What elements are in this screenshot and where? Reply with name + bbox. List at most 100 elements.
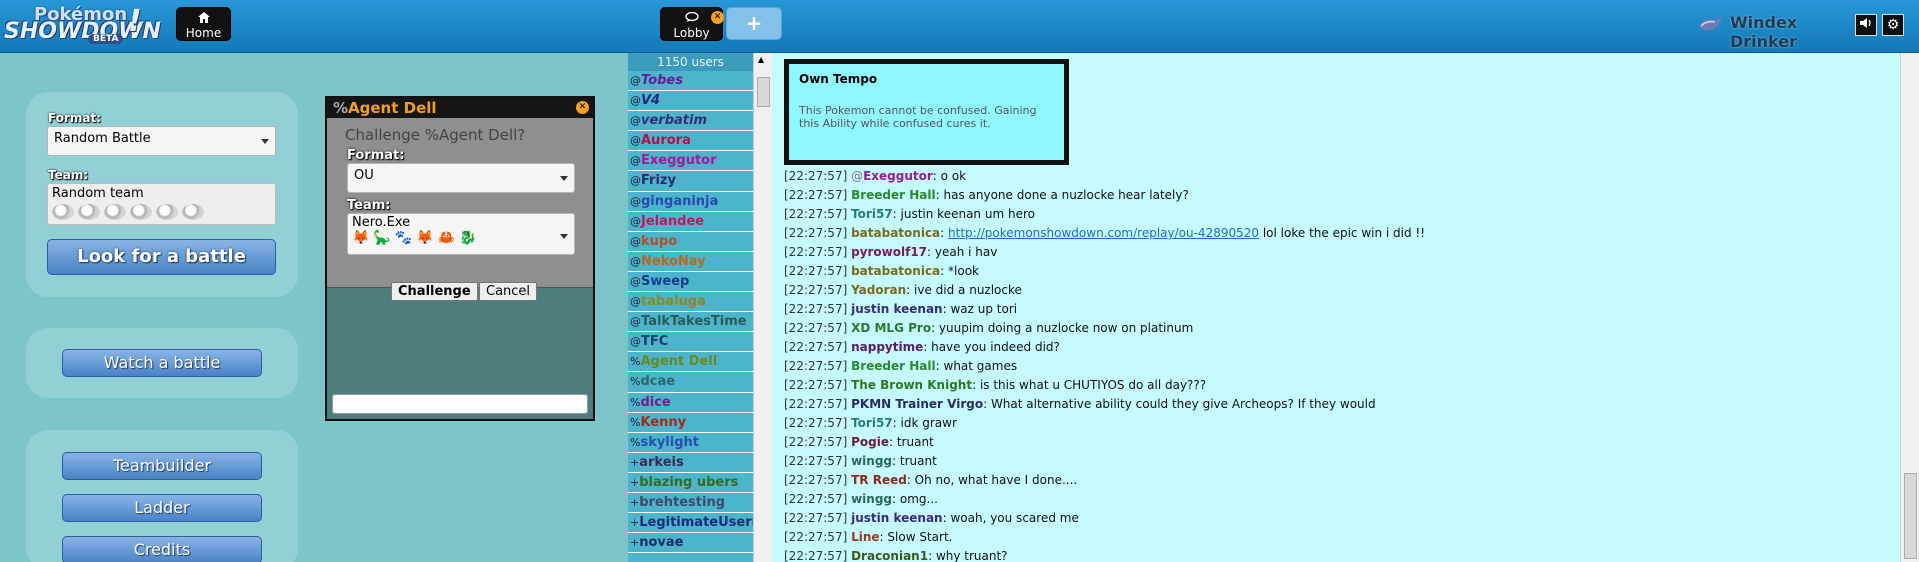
pokemon-showdown-logo[interactable]: Pokémon SHOWDOWN ! BETA [2, 2, 161, 48]
chat-username[interactable]: batabatonica [851, 226, 940, 240]
user-rank-symbol: + [630, 516, 640, 530]
chat-username[interactable]: Tori57 [851, 416, 893, 430]
challenge-team-select[interactable]: Nero.Exe 🦊🦕🐾🦊🦀🐉 [347, 213, 575, 255]
user-list-item[interactable]: +LegitimateUsername [628, 513, 753, 534]
chat-username[interactable]: XD MLG Pro [851, 321, 931, 335]
user-name: dice [640, 394, 671, 410]
challenge-popup: %Agent Dell ✕ Challenge %Agent Dell? For… [325, 96, 595, 421]
close-icon[interactable]: ✕ [576, 101, 589, 114]
chat-timestamp: [22:27:57] [784, 283, 848, 297]
chat-message: [22:27:57] Draconian1: why truant? [784, 549, 1884, 562]
user-name: LegitimateUsername [639, 515, 753, 531]
watch-battle-button[interactable]: Watch a battle [62, 349, 262, 377]
chat-username[interactable]: wingg [851, 454, 892, 468]
chat-username[interactable]: justin keenan [851, 511, 943, 525]
challenge-form: Challenge %Agent Dell? Format: OU Team: … [327, 118, 593, 301]
scrollbar-thumb[interactable] [1904, 473, 1917, 559]
user-list-item[interactable]: @NekoNay [628, 251, 753, 272]
format-select[interactable]: Random Battle [47, 126, 276, 156]
chat-colon: : [935, 188, 944, 202]
chat-timestamp: [22:27:57] [784, 245, 848, 259]
challenge-team-value: Nero.Exe [352, 215, 411, 230]
settings-button[interactable]: ⚙ [1882, 14, 1904, 36]
user-list-item[interactable]: @verbatim [628, 111, 753, 132]
user-name: blazing ubers [639, 474, 739, 490]
scroll-up-icon[interactable]: ▲ [758, 55, 764, 64]
user-list-item[interactable]: %dcae [628, 372, 753, 393]
chat-colon: : [892, 207, 901, 221]
user-name: ginganinja [641, 193, 719, 209]
user-list-item[interactable]: +brehtesting [628, 492, 753, 514]
user-list-item[interactable]: %Agent Dell [628, 352, 753, 373]
chat-message: [22:27:57] PKMN Trainer Virgo: What alte… [784, 397, 1884, 416]
chat-colon: : [940, 264, 949, 278]
chevron-down-icon [261, 139, 269, 144]
close-icon[interactable]: ✕ [711, 11, 724, 24]
team-select[interactable]: Random team [47, 183, 276, 225]
user-list-item[interactable]: @kupo [628, 231, 753, 252]
user-list-items: @Tobes @V4 @verbatim @Aurora @Exeggutor @Friz… [628, 71, 753, 554]
user-rank-symbol: % [630, 355, 641, 369]
lobby-tab[interactable]: Lobby ✕ [660, 7, 724, 41]
replay-link[interactable]: http://pokemonshowdown.com/replay/ou-428… [948, 226, 1259, 240]
chat-message-text: has anyone done a nuzlocke hear lately? [943, 188, 1189, 202]
user-list-item[interactable]: @Exeggutor [628, 151, 753, 172]
chat-username[interactable]: Draconian1 [851, 549, 928, 562]
chat-username[interactable]: Breeder Hall [851, 188, 936, 202]
user-list-item[interactable]: @tabaluga [628, 292, 753, 313]
chat-username[interactable]: Tori57 [851, 207, 893, 221]
chat-username[interactable]: wingg [851, 492, 892, 506]
pm-message-input[interactable] [332, 394, 588, 414]
scrollbar-thumb[interactable] [757, 77, 770, 107]
chat-username[interactable]: Line [851, 530, 879, 544]
new-tab-button[interactable]: + [726, 7, 782, 40]
chat-message: [22:27:57] batabatonica: http://pokemons… [784, 226, 1884, 245]
user-list-item[interactable]: +novae [628, 533, 753, 554]
chat-message: [22:27:57] batabatonica: *look [784, 264, 1884, 283]
chat-username[interactable]: The Brown Knight [851, 378, 972, 392]
user-list-item[interactable]: @V4 [628, 91, 753, 112]
chat-username[interactable]: TR Reed [851, 473, 907, 487]
chat-username[interactable]: nappytime [851, 340, 923, 354]
chat-username[interactable]: Breeder Hall [851, 359, 936, 373]
user-list-item[interactable]: @Frizy [628, 171, 753, 192]
user-list-item[interactable]: @Jelandee [628, 211, 753, 232]
chat-username[interactable]: Pogie [851, 435, 889, 449]
user-name: Jelandee [641, 213, 705, 229]
chat-username[interactable]: batabatonica [851, 264, 940, 278]
chat-username[interactable]: PKMN Trainer Virgo [851, 397, 983, 411]
chat-username[interactable]: Yadoran [851, 283, 906, 297]
chat-scrollbar[interactable] [1900, 53, 1919, 562]
chat-timestamp: [22:27:57] [784, 530, 848, 544]
user-list-item[interactable]: %dice [628, 392, 753, 413]
home-tab[interactable]: Home [176, 7, 231, 41]
challenge-user-name[interactable]: Agent Dell [348, 99, 437, 117]
challenge-format-select[interactable]: OU [347, 163, 575, 193]
chat-timestamp: [22:27:57] [784, 492, 848, 506]
user-list-item[interactable]: +blazing ubers [628, 472, 753, 493]
username-link[interactable]: Windex Drinker [1730, 13, 1842, 51]
user-rank-symbol: @ [630, 154, 641, 168]
chat-message-text: Slow Start. [887, 530, 953, 544]
cancel-button[interactable]: Cancel [479, 282, 538, 301]
user-list-scrollbar[interactable]: ▲ [753, 53, 772, 562]
user-list-item[interactable]: @Tobes [628, 71, 753, 92]
user-list-item[interactable]: %skylight [628, 432, 753, 453]
user-list-item[interactable]: @TFC [628, 332, 753, 353]
user-list-item[interactable]: @TalkTakesTime [628, 312, 753, 333]
credits-button[interactable]: Credits [62, 536, 262, 562]
chat-username[interactable]: pyrowolf17 [851, 245, 927, 259]
ladder-button[interactable]: Ladder [62, 494, 262, 522]
chat-username[interactable]: Exeggutor [863, 169, 933, 183]
chat-messages: [22:27:57] @Exeggutor: o ok [22:27:57] Br… [784, 169, 1884, 562]
user-list-item[interactable]: @Sweep [628, 271, 753, 293]
look-for-battle-button[interactable]: Look for a battle [47, 239, 276, 275]
sound-button[interactable] [1855, 14, 1877, 36]
user-list-item[interactable]: +arkeis [628, 452, 753, 473]
user-list-item[interactable]: %Kenny [628, 412, 753, 433]
user-list-item[interactable]: @ginganinja [628, 191, 753, 212]
user-list-item[interactable]: @Aurora [628, 131, 753, 152]
teambuilder-button[interactable]: Teambuilder [62, 452, 262, 480]
challenge-button[interactable]: Challenge [391, 282, 478, 301]
chat-username[interactable]: justin keenan [851, 302, 943, 316]
